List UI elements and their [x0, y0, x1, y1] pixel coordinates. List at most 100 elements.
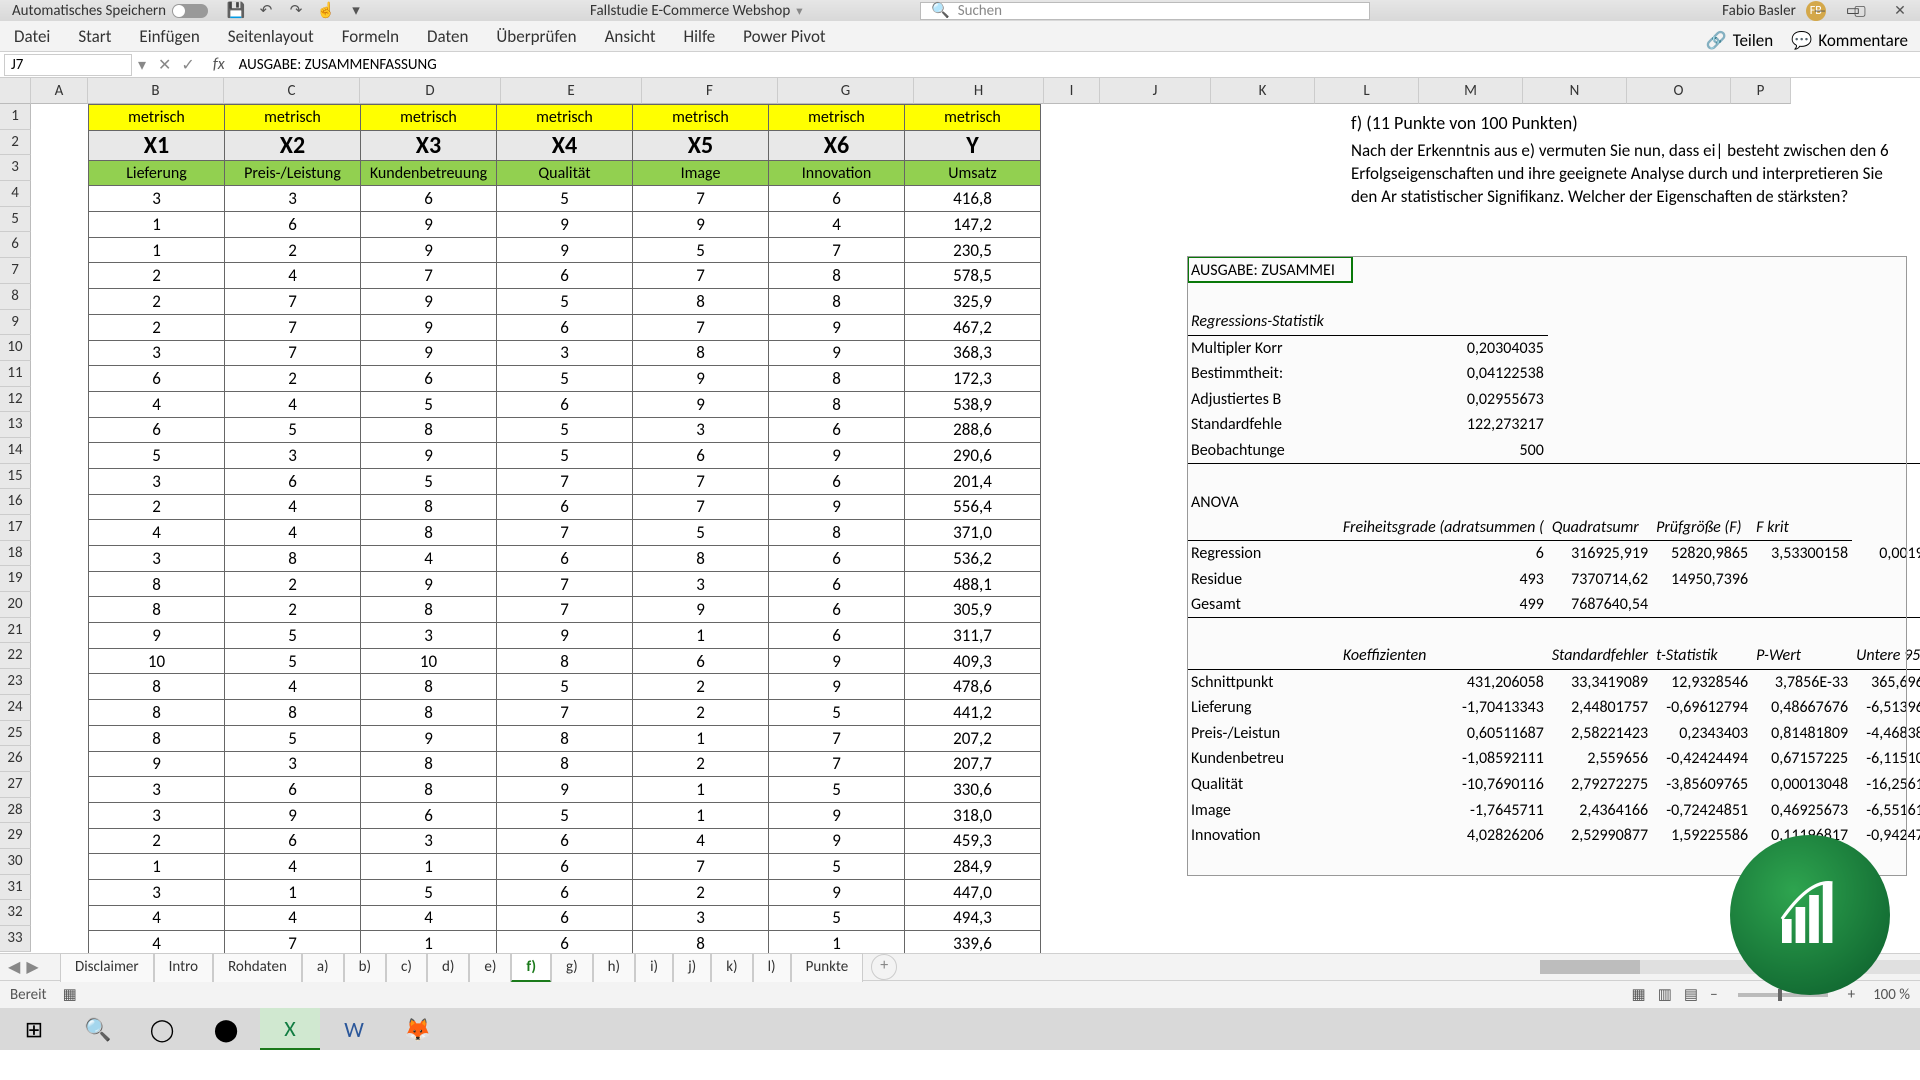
cell[interactable]: 6: [769, 546, 905, 572]
cell[interactable]: 8: [769, 263, 905, 289]
cell[interactable]: 284,9: [905, 854, 1041, 880]
cell[interactable]: 7: [633, 186, 769, 212]
page-layout-view-icon[interactable]: ▥: [1658, 985, 1672, 1004]
cell[interactable]: 4: [225, 520, 361, 546]
row-header[interactable]: 1: [0, 104, 31, 130]
cell[interactable]: 409,3: [905, 648, 1041, 674]
cell[interactable]: 8: [769, 366, 905, 392]
touch-mode-icon[interactable]: ☝: [316, 1, 336, 21]
zoom-out-icon[interactable]: −: [1710, 986, 1717, 1004]
cell[interactable]: 9: [769, 443, 905, 469]
cell[interactable]: 8: [361, 751, 497, 777]
cell[interactable]: 3: [89, 777, 225, 803]
cell[interactable]: X1: [89, 130, 225, 160]
row-header[interactable]: 27: [0, 772, 31, 798]
cell[interactable]: 1: [769, 931, 905, 953]
cell[interactable]: 6: [497, 879, 633, 905]
cell[interactable]: 8: [361, 417, 497, 443]
cell[interactable]: 5: [769, 905, 905, 931]
cell[interactable]: 6: [361, 366, 497, 392]
row-header[interactable]: 22: [0, 643, 31, 669]
cell[interactable]: 4: [89, 905, 225, 931]
cancel-formula-icon[interactable]: ✕: [158, 55, 171, 75]
cell[interactable]: 478,6: [905, 674, 1041, 700]
cell[interactable]: 6: [497, 828, 633, 854]
cell[interactable]: 9: [769, 494, 905, 520]
save-icon[interactable]: 💾: [226, 1, 246, 21]
cell[interactable]: 6: [633, 648, 769, 674]
tab-ueberpruefen[interactable]: Überprüfen: [494, 22, 578, 51]
cell[interactable]: 7: [769, 751, 905, 777]
row-header[interactable]: 10: [0, 335, 31, 361]
cell[interactable]: 2: [633, 751, 769, 777]
cell[interactable]: 2: [633, 879, 769, 905]
cell[interactable]: 9: [361, 212, 497, 238]
sheet-tab[interactable]: g): [551, 953, 593, 982]
col-header[interactable]: M: [1419, 78, 1523, 104]
cell[interactable]: 9: [225, 802, 361, 828]
cell[interactable]: 8: [497, 648, 633, 674]
row-header[interactable]: 32: [0, 900, 31, 926]
cell[interactable]: 8: [633, 289, 769, 315]
cell[interactable]: 7: [497, 468, 633, 494]
sheet-tab[interactable]: h): [593, 953, 635, 982]
cell[interactable]: X2: [225, 130, 361, 160]
cell[interactable]: 8: [361, 520, 497, 546]
cell[interactable]: 5: [361, 391, 497, 417]
cell[interactable]: X3: [361, 130, 497, 160]
sheet-tab[interactable]: j): [673, 953, 711, 982]
sheet-tab[interactable]: e): [469, 953, 511, 982]
undo-icon[interactable]: ↶: [256, 1, 276, 21]
cell[interactable]: 4: [225, 263, 361, 289]
col-header[interactable]: O: [1627, 78, 1731, 104]
select-all-corner[interactable]: [0, 78, 31, 104]
cell[interactable]: metrisch: [905, 105, 1041, 131]
cell[interactable]: 5: [225, 648, 361, 674]
cell[interactable]: 8: [769, 289, 905, 315]
cell[interactable]: 201,4: [905, 468, 1041, 494]
cell[interactable]: 5: [361, 879, 497, 905]
cell[interactable]: 368,3: [905, 340, 1041, 366]
cell[interactable]: 4: [89, 391, 225, 417]
cell[interactable]: 6: [225, 828, 361, 854]
row-header[interactable]: 9: [0, 310, 31, 336]
macro-record-icon[interactable]: ▦: [63, 985, 77, 1004]
cell[interactable]: 6: [225, 777, 361, 803]
sheet-tab[interactable]: l): [753, 953, 791, 982]
cell[interactable]: 6: [497, 905, 633, 931]
col-header[interactable]: J: [1100, 78, 1211, 104]
cell[interactable]: 318,0: [905, 802, 1041, 828]
col-header[interactable]: A: [31, 78, 88, 104]
cell[interactable]: Innovation: [769, 160, 905, 186]
cell[interactable]: 5: [361, 468, 497, 494]
cell[interactable]: 3: [89, 340, 225, 366]
cell[interactable]: 9: [497, 212, 633, 238]
row-header[interactable]: 18: [0, 541, 31, 567]
cell[interactable]: 2: [633, 700, 769, 726]
cell[interactable]: 7: [361, 263, 497, 289]
cell[interactable]: 4: [225, 854, 361, 880]
col-header[interactable]: I: [1044, 78, 1100, 104]
cell[interactable]: 7: [633, 494, 769, 520]
cell[interactable]: 7: [225, 314, 361, 340]
cell[interactable]: 4: [225, 391, 361, 417]
row-header[interactable]: 12: [0, 387, 31, 413]
cell[interactable]: 4: [225, 905, 361, 931]
cell[interactable]: 9: [89, 751, 225, 777]
row-header[interactable]: 33: [0, 926, 31, 952]
comments-button[interactable]: 💬Kommentare: [1791, 30, 1908, 51]
cell[interactable]: 8: [769, 520, 905, 546]
zoom-in-icon[interactable]: +: [1848, 986, 1855, 1004]
qat-more-icon[interactable]: ▾: [346, 1, 366, 21]
minimize-button[interactable]: —: [1800, 0, 1840, 21]
col-header[interactable]: K: [1211, 78, 1315, 104]
tab-einfuegen[interactable]: Einfügen: [137, 22, 201, 51]
cell[interactable]: X4: [497, 130, 633, 160]
cell[interactable]: 339,6: [905, 931, 1041, 953]
cell[interactable]: 7: [633, 314, 769, 340]
cell[interactable]: 2: [633, 674, 769, 700]
cell[interactable]: 8: [361, 777, 497, 803]
cell[interactable]: 3: [361, 828, 497, 854]
sheet-nav[interactable]: ◀▶: [8, 957, 39, 977]
cell[interactable]: 8: [633, 546, 769, 572]
